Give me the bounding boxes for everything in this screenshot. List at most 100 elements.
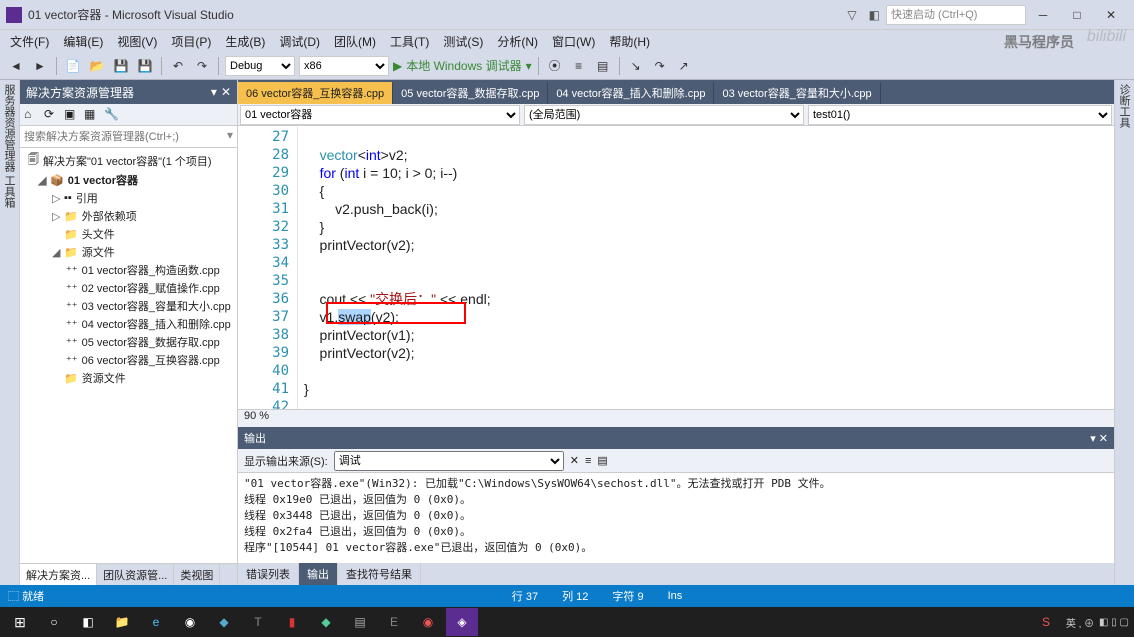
open-icon[interactable]: 📂	[87, 56, 107, 76]
panel-close-icon[interactable]: ✕	[221, 85, 231, 99]
editor-tab[interactable]: 04 vector容器_插入和删除.cpp	[548, 82, 714, 104]
menu-edit[interactable]: 编辑(E)	[57, 31, 109, 52]
left-side-tabs[interactable]: 服务器资源管理器 工具箱	[0, 80, 20, 585]
refresh-icon[interactable]: ⟳	[44, 107, 60, 123]
app-icon[interactable]: ◆	[310, 608, 342, 636]
quick-launch-input[interactable]: 快速启动 (Ctrl+Q)	[886, 5, 1026, 25]
headers-node[interactable]: 📁 头文件	[20, 225, 237, 243]
app-icon[interactable]: ◉	[412, 608, 444, 636]
save-all-icon[interactable]: 💾	[135, 56, 155, 76]
user-icon[interactable]: ◧	[869, 8, 880, 22]
toolbar-icon-a[interactable]: ⦿	[545, 56, 565, 76]
toolbar-icon-c[interactable]: ▤	[593, 56, 613, 76]
zoom-level[interactable]: 90 %	[238, 409, 1114, 427]
search-dropdown-icon[interactable]: ▾	[223, 126, 237, 147]
resources-node[interactable]: 📁 资源文件	[20, 369, 237, 387]
tab-team[interactable]: 团队资源管...	[97, 564, 174, 585]
explorer-icon[interactable]: 📁	[106, 608, 138, 636]
sources-node[interactable]: ◢📁 源文件	[20, 243, 237, 261]
step-into-icon[interactable]: ↘	[626, 56, 646, 76]
config-select[interactable]: Debug	[225, 56, 295, 76]
app-icon[interactable]: ◆	[208, 608, 240, 636]
nav-fwd-icon[interactable]: ►	[30, 56, 50, 76]
tab-find[interactable]: 查找符号结果	[338, 563, 421, 585]
new-file-icon[interactable]: 📄	[63, 56, 83, 76]
file-node[interactable]: ⁺⁺ 05 vector容器_数据存取.cpp	[20, 333, 237, 351]
save-icon[interactable]: 💾	[111, 56, 131, 76]
menu-file[interactable]: 文件(F)	[4, 31, 55, 52]
output-toggle-icon[interactable]: ▤	[597, 454, 607, 467]
output-wrap-icon[interactable]: ≡	[585, 455, 591, 467]
close-button[interactable]: ✕	[1094, 4, 1128, 26]
menu-project[interactable]: 项目(P)	[165, 31, 217, 52]
explorer-search-input[interactable]	[20, 126, 223, 147]
tray-more[interactable]: ◧ ▯ ▢	[1098, 608, 1130, 636]
output-source-select[interactable]: 调试	[334, 451, 564, 471]
menu-team[interactable]: 团队(M)	[328, 31, 382, 52]
undo-icon[interactable]: ↶	[168, 56, 188, 76]
menu-help[interactable]: 帮助(H)	[603, 31, 656, 52]
ime-icon[interactable]: S	[1030, 608, 1062, 636]
menu-test[interactable]: 测试(S)	[437, 31, 489, 52]
tray-lang[interactable]: 英 , ⊕	[1064, 608, 1096, 636]
run-button[interactable]: ▶ 本地 Windows 调试器 ▾	[393, 57, 532, 74]
tab-errors[interactable]: 错误列表	[238, 563, 299, 585]
menu-view[interactable]: 视图(V)	[111, 31, 163, 52]
tab-output[interactable]: 输出	[299, 563, 338, 585]
menu-analyze[interactable]: 分析(N)	[491, 31, 544, 52]
output-clear-icon[interactable]: ✕	[570, 454, 579, 467]
step-over-icon[interactable]: ↷	[650, 56, 670, 76]
right-side-tab[interactable]: 诊断工具	[1114, 80, 1134, 585]
tab-class[interactable]: 类视图	[174, 564, 220, 585]
maximize-button[interactable]: □	[1060, 4, 1094, 26]
chrome-icon[interactable]: ◉	[174, 608, 206, 636]
menu-window[interactable]: 窗口(W)	[546, 31, 601, 52]
menu-tools[interactable]: 工具(T)	[384, 31, 435, 52]
menu-debug[interactable]: 调试(D)	[273, 31, 326, 52]
file-node[interactable]: ⁺⁺ 02 vector容器_赋值操作.cpp	[20, 279, 237, 297]
project-node[interactable]: ◢📦 01 vector容器	[20, 171, 237, 189]
collapse-icon[interactable]: ▣	[64, 107, 80, 123]
output-close-icon[interactable]: ✕	[1099, 433, 1108, 445]
file-node[interactable]: ⁺⁺ 03 vector容器_容量和大小.cpp	[20, 297, 237, 315]
solution-node[interactable]: 🗐 解决方案"01 vector容器"(1 个项目)	[20, 150, 237, 171]
edge-icon[interactable]: e	[140, 608, 172, 636]
home-icon[interactable]: ⌂	[24, 107, 40, 123]
file-node[interactable]: ⁺⁺ 06 vector容器_互换容器.cpp	[20, 351, 237, 369]
redo-icon[interactable]: ↷	[192, 56, 212, 76]
output-header: 输出 ▾ ✕	[238, 427, 1114, 449]
output-pin-icon[interactable]: ▾	[1090, 433, 1096, 445]
refs-node[interactable]: ▷▪▪ 引用	[20, 189, 237, 207]
ext-node[interactable]: ▷📁 外部依赖项	[20, 207, 237, 225]
app-icon[interactable]: E	[378, 608, 410, 636]
editor-tab[interactable]: 05 vector容器_数据存取.cpp	[393, 82, 548, 104]
scope-namespace-select[interactable]: (全局范围)	[524, 105, 804, 125]
menu-build[interactable]: 生成(B)	[219, 31, 271, 52]
app-icon[interactable]: ▤	[344, 608, 376, 636]
code-editor[interactable]: 27282930313233343536373839404142 vector<…	[238, 126, 1114, 409]
search-icon[interactable]: ○	[38, 608, 70, 636]
show-all-icon[interactable]: ▦	[84, 107, 100, 123]
platform-select[interactable]: x86	[299, 56, 389, 76]
file-node[interactable]: ⁺⁺ 04 vector容器_插入和删除.cpp	[20, 315, 237, 333]
taskview-icon[interactable]: ◧	[72, 608, 104, 636]
vs-taskbar-icon[interactable]: ◈	[446, 608, 478, 636]
output-text[interactable]: "01 vector容器.exe"(Win32): 已加载"C:\Windows…	[238, 473, 1114, 563]
scope-member-select[interactable]: test01()	[808, 105, 1112, 125]
editor-tab[interactable]: 06 vector容器_互换容器.cpp	[238, 82, 393, 104]
step-out-icon[interactable]: ↗	[674, 56, 694, 76]
minimize-button[interactable]: ─	[1026, 4, 1060, 26]
pin-icon[interactable]: ▾	[211, 85, 217, 99]
properties-icon[interactable]: 🔧	[104, 107, 120, 123]
start-button[interactable]: ⊞	[4, 608, 36, 636]
nav-back-icon[interactable]: ◄	[6, 56, 26, 76]
editor-tab[interactable]: 03 vector容器_容量和大小.cpp	[714, 82, 880, 104]
solution-tree[interactable]: 🗐 解决方案"01 vector容器"(1 个项目) ◢📦 01 vector容…	[20, 148, 237, 563]
toolbar-icon-b[interactable]: ≡	[569, 56, 589, 76]
file-node[interactable]: ⁺⁺ 01 vector容器_构造函数.cpp	[20, 261, 237, 279]
app-icon[interactable]: ▮	[276, 608, 308, 636]
notify-icon[interactable]: ▽	[847, 8, 856, 22]
app-icon[interactable]: T	[242, 608, 274, 636]
scope-project-select[interactable]: 01 vector容器	[240, 105, 520, 125]
tab-solution[interactable]: 解决方案资...	[20, 564, 97, 585]
